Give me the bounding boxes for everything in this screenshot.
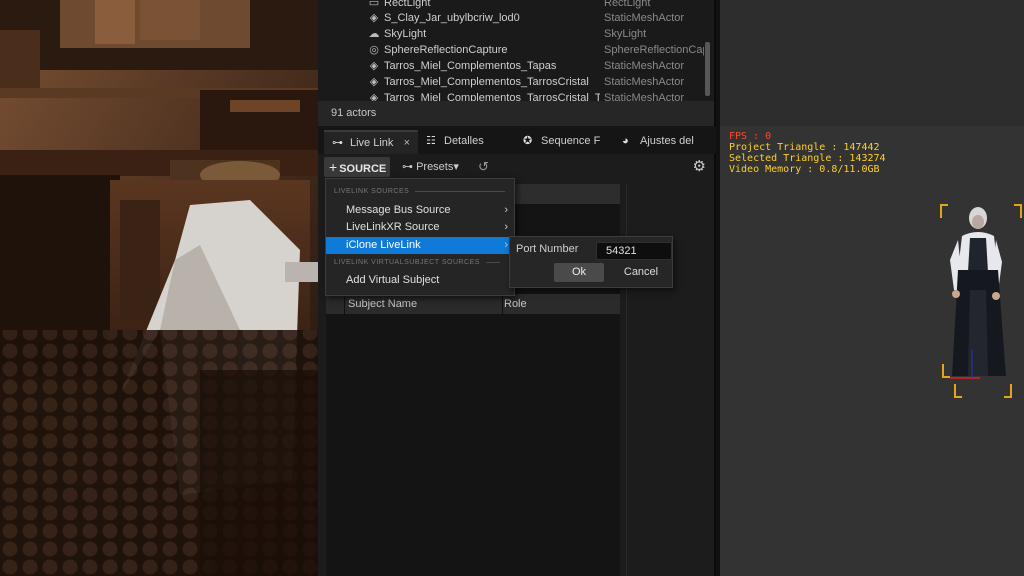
selection-bracket-bottom-right	[1004, 384, 1012, 398]
divider	[485, 261, 500, 263]
selected-triangle-readout: Selected Triangle : 143274	[729, 153, 886, 164]
kitchen-scene-render	[0, 0, 318, 576]
menu-item-add-virtual-subject[interactable]: Add Virtual Subject	[326, 272, 514, 289]
divider	[415, 190, 506, 192]
world-settings-icon: ◕	[622, 135, 629, 147]
outliner-row[interactable]: ◈ S_Clay_Jar_ubylbcriw_lod0 StaticMeshAc…	[318, 10, 706, 26]
left-scene-viewport[interactable]	[0, 0, 318, 576]
chevron-right-icon: ›	[504, 204, 508, 216]
video-memory-readout: Video Memory : 0.8/11.0GB	[729, 164, 880, 175]
menu-section-header: LIVELINK VIRTUALSUBJECT SOURCES	[334, 259, 500, 266]
actor-name: S_Clay_Jar_ubylbcriw_lod0	[384, 12, 520, 24]
menu-item-label: iClone LiveLink	[346, 239, 421, 251]
tab-label: Sequence F	[541, 135, 601, 147]
outliner-row[interactable]: ◈ Tarros_Miel_Complementos_Tapas StaticM…	[318, 58, 706, 74]
actor-count: 91 actors	[318, 101, 714, 126]
menu-section-header: LIVELINK SOURCES	[334, 188, 506, 195]
world-outliner[interactable]: ▭ RectLight RectLight ◈ S_Clay_Jar_ubylb…	[318, 0, 716, 126]
close-icon[interactable]: ×	[404, 132, 410, 154]
mesh-icon: ◈	[369, 92, 379, 101]
selection-bracket-mid-left	[942, 364, 950, 378]
actor-type: SphereReflectionCap	[604, 44, 704, 56]
chevron-right-icon: ›	[504, 221, 508, 233]
tab-details[interactable]: ☷ Detalles	[426, 130, 484, 154]
mesh-icon: ◈	[369, 60, 379, 72]
mesh-icon: ◈	[369, 12, 379, 24]
actor-name: Tarros_Miel_Complementos_Tapas	[384, 60, 557, 72]
column-subject-name[interactable]: Subject Name	[348, 294, 417, 314]
menu-item-label: LiveLinkXR Source	[346, 221, 440, 233]
actor-type: StaticMeshActor	[604, 92, 685, 101]
port-number-label: Port Number	[516, 243, 579, 255]
details-icon: ☷	[426, 135, 436, 147]
column-divider	[344, 294, 345, 314]
tab-world-settings[interactable]: ◕ Ajustes del	[622, 130, 694, 154]
outliner-row[interactable]: ☁ SkyLight SkyLight	[318, 26, 706, 42]
actor-name: Tarros_Miel_Complementos_TarrosCristal_T…	[384, 92, 600, 101]
source-label: SOURCE	[339, 163, 387, 175]
project-triangle-readout: Project Triangle : 147442	[729, 142, 880, 153]
menu-item-label: Message Bus Source	[346, 204, 451, 216]
section-title: LIVELINK SOURCES	[334, 188, 410, 195]
tab-sequencer[interactable]: ✪ Sequence F	[523, 130, 600, 154]
chevron-right-icon: ›	[504, 239, 508, 251]
menu-item-label: Add Virtual Subject	[346, 274, 440, 286]
selection-bracket-top-right	[1014, 204, 1022, 218]
actor-type: SkyLight	[604, 28, 647, 40]
subject-list[interactable]: Subject Name Role	[326, 294, 620, 576]
livelink-icon: ⊶	[332, 137, 343, 149]
right-character-viewport[interactable]: FPS : 0 Project Triangle : 147442 Select…	[720, 0, 1024, 576]
selection-bracket-bottom-left	[954, 384, 962, 398]
selection-bracket-top-left	[940, 204, 948, 218]
iclone-port-dialog: Port Number 54321 Ok Cancel	[509, 236, 673, 288]
actor-name: Tarros_Miel_Complementos_TarrosCristal	[384, 76, 589, 88]
menu-item-message-bus-source[interactable]: Message Bus Source ›	[326, 202, 514, 219]
panel-tab-bar: ⊶ Live Link × ☷ Detalles ✪ Sequence F ◕ Ajus…	[318, 126, 716, 154]
plus-icon: +	[329, 159, 338, 175]
actor-type: StaticMeshActor	[604, 60, 685, 72]
actor-type: StaticMeshActor	[604, 12, 685, 24]
subject-list-header: Subject Name Role	[326, 294, 620, 314]
tab-label: Ajustes del	[640, 135, 694, 147]
port-number-input[interactable]: 54321	[596, 242, 672, 260]
character-figure	[950, 207, 1006, 380]
menu-item-iclone-livelink[interactable]: iClone LiveLink ›	[326, 237, 514, 254]
section-title: LIVELINK VIRTUALSUBJECT SOURCES	[334, 259, 480, 266]
actor-name: SkyLight	[384, 28, 427, 40]
presets-icon: ⊶	[402, 161, 413, 173]
actor-name: SphereReflectionCapture	[384, 44, 508, 56]
column-role[interactable]: Role	[502, 294, 527, 314]
viewport-stats-overlay: FPS : 0 Project Triangle : 147442 Select…	[729, 131, 886, 175]
sequencer-icon: ✪	[523, 135, 533, 147]
refresh-icon[interactable]: ↺	[478, 157, 489, 177]
presets-button[interactable]: ⊶ Presets▾	[402, 157, 459, 177]
reflection-capture-icon: ◎	[369, 44, 379, 56]
viewport-top-area	[720, 0, 1024, 126]
fps-readout: FPS : 0	[729, 131, 772, 142]
outliner-row[interactable]: ◈ Tarros_Miel_Complementos_TarrosCristal…	[318, 90, 706, 101]
outliner-row[interactable]: ◎ SphereReflectionCapture SphereReflecti…	[318, 42, 706, 58]
mesh-icon: ◈	[369, 76, 379, 88]
gear-icon[interactable]: ⚙	[693, 157, 706, 177]
tab-label: Detalles	[444, 135, 484, 147]
outliner-row[interactable]: ◈ Tarros_Miel_Complementos_TarrosCristal…	[318, 74, 706, 90]
outliner-scrollbar[interactable]	[705, 42, 710, 96]
menu-item-livelinkxr-source[interactable]: LiveLinkXR Source ›	[326, 219, 514, 236]
tab-live-link[interactable]: ⊶ Live Link ×	[324, 130, 418, 154]
chevron-down-icon: ▾	[453, 161, 459, 173]
source-dropdown-menu: LIVELINK SOURCES Message Bus Source › Li…	[325, 178, 515, 296]
character-model[interactable]	[940, 200, 1024, 400]
presets-label: Presets	[416, 161, 454, 173]
add-source-button[interactable]: + SOURCE	[324, 157, 390, 177]
tab-label: Live Link	[350, 137, 394, 149]
rect-light-icon: ▭	[368, 0, 380, 9]
cancel-button[interactable]: Cancel	[612, 263, 670, 282]
skylight-icon: ☁	[368, 28, 380, 40]
ok-button[interactable]: Ok	[554, 263, 604, 282]
actor-type: StaticMeshActor	[604, 76, 685, 88]
